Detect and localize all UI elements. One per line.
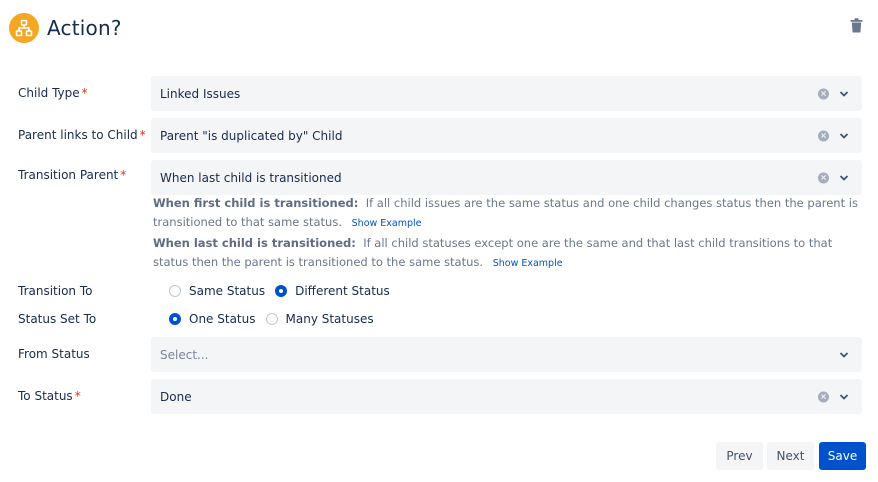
help-last-title: When last child is transitioned: xyxy=(153,236,356,250)
from-status-select[interactable]: Select... xyxy=(151,337,862,372)
clear-icon[interactable] xyxy=(818,130,829,141)
clear-icon[interactable] xyxy=(818,88,829,99)
chevron-down-icon[interactable] xyxy=(839,393,849,400)
from-status-label: From Status xyxy=(18,347,90,361)
clear-icon[interactable] xyxy=(818,172,829,183)
radio-many-statuses[interactable]: Many Statuses xyxy=(265,312,374,326)
help-first-child: When first child is transitioned: If all… xyxy=(153,194,858,233)
transition-to-radios: Same Status Different Status xyxy=(169,284,400,298)
status-set-to-radios: One Status Many Statuses xyxy=(169,312,384,326)
show-example-link[interactable]: Show Example xyxy=(493,258,563,269)
radio-button-checked[interactable] xyxy=(169,313,181,325)
help-last-child: When last child is transitioned: If all … xyxy=(153,234,858,273)
child-type-value: Linked Issues xyxy=(160,86,241,101)
to-status-select[interactable]: Done xyxy=(151,379,862,414)
header: Action? xyxy=(9,11,122,45)
chevron-down-icon[interactable] xyxy=(839,90,849,97)
child-type-label: Child Type * xyxy=(18,86,88,100)
transition-to-label: Transition To xyxy=(18,284,93,298)
chevron-down-icon[interactable] xyxy=(839,351,849,358)
transition-parent-label: Transition Parent * xyxy=(18,168,127,182)
status-set-to-label: Status Set To xyxy=(18,312,97,326)
from-status-placeholder: Select... xyxy=(160,347,209,362)
radio-button[interactable] xyxy=(265,313,278,325)
prev-button[interactable]: Prev xyxy=(716,442,763,470)
save-button[interactable]: Save xyxy=(819,442,866,470)
hierarchy-icon xyxy=(9,13,39,43)
radio-button[interactable] xyxy=(169,285,181,297)
next-button[interactable]: Next xyxy=(767,442,814,470)
radio-same-status[interactable]: Same Status xyxy=(169,284,265,298)
help-first-title: When first child is transitioned: xyxy=(153,196,359,210)
transition-parent-select[interactable]: When last child is transitioned xyxy=(151,160,862,195)
parent-links-select[interactable]: Parent "is duplicated by" Child xyxy=(151,118,862,153)
show-example-link[interactable]: Show Example xyxy=(352,218,422,229)
parent-links-value: Parent "is duplicated by" Child xyxy=(160,128,343,143)
chevron-down-icon[interactable] xyxy=(839,174,849,181)
child-type-select[interactable]: Linked Issues xyxy=(151,76,862,111)
chevron-down-icon[interactable] xyxy=(839,132,849,139)
parent-links-label: Parent links to Child * xyxy=(18,128,146,142)
radio-button-checked[interactable] xyxy=(275,285,288,297)
radio-different-status[interactable]: Different Status xyxy=(275,284,390,298)
transition-parent-value: When last child is transitioned xyxy=(160,170,342,185)
to-status-value: Done xyxy=(160,389,192,404)
clear-icon[interactable] xyxy=(818,391,829,402)
to-status-label: To Status * xyxy=(18,389,81,403)
trash-icon[interactable] xyxy=(850,18,864,34)
page-title: Action? xyxy=(47,16,122,40)
radio-one-status[interactable]: One Status xyxy=(169,312,256,326)
